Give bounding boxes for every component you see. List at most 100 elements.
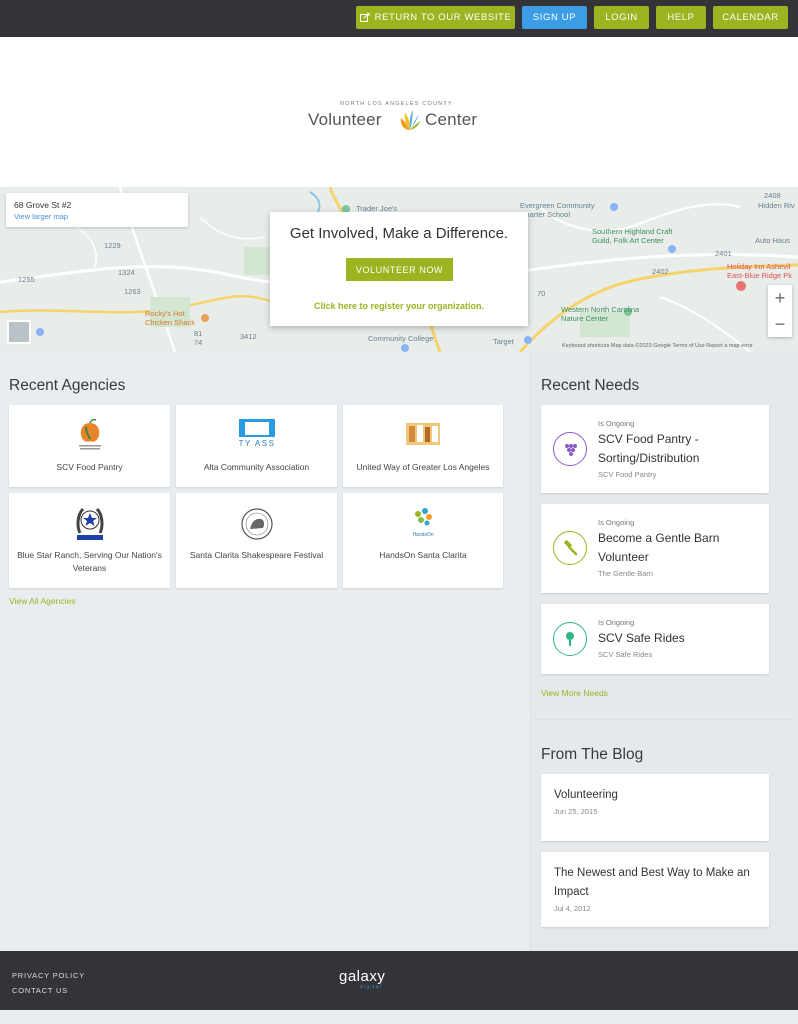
calendar-button[interactable]: CALENDAR: [713, 6, 788, 29]
blog-post-date: Jul 4, 2012: [554, 904, 591, 913]
need-card[interactable]: Is Ongoing Become a Gentle Barn Voluntee…: [541, 504, 769, 593]
need-status: Is Ongoing: [598, 419, 635, 428]
agency-card[interactable]: SCV Food Pantry: [9, 405, 170, 487]
agency-name: Santa Clarita Shakespeare Festival: [189, 550, 324, 560]
map-label-southern-highland: Southern Highland Craft Guild, Folk Art …: [592, 227, 673, 245]
view-larger-map-link[interactable]: View larger map: [14, 212, 68, 221]
return-to-website-label: RETURN TO OUR WEBSITE: [374, 12, 512, 23]
register-organization-link[interactable]: Click here to register your organization…: [270, 301, 528, 311]
map-label-hidden: Hidden Riv: [758, 201, 795, 210]
galaxy-digital-subtext: digital: [360, 984, 383, 989]
galaxy-digital-logo[interactable]: galaxy: [339, 968, 385, 985]
map-road-70: 70: [537, 289, 546, 298]
handson-santa-clarita-logo: HandsOn: [412, 507, 434, 538]
agency-card[interactable]: Santa Clarita Shakespeare Festival: [176, 493, 337, 588]
need-title[interactable]: SCV Safe Rides: [598, 629, 758, 648]
map-label-rockys: Rocky's Hot Chicken Shack: [145, 309, 196, 327]
map-road-74: 74: [194, 338, 203, 347]
calendar-label: CALENDAR: [722, 12, 779, 23]
map-attribution[interactable]: Keyboard shortcuts Map data ©2023 Google…: [562, 343, 753, 349]
map-road-81: 81: [194, 329, 203, 338]
need-icon-circle: [553, 531, 587, 565]
contact-us-link[interactable]: CONTACT US: [12, 986, 68, 995]
united-way-logo: [406, 423, 440, 445]
agency-name: HandsOn Santa Clarita: [379, 550, 467, 560]
zoom-out-button[interactable]: −: [768, 311, 792, 337]
help-button[interactable]: HELP: [656, 6, 706, 29]
agency-name: SCV Food Pantry: [56, 462, 123, 472]
blue-star-ranch-logo: [76, 507, 103, 540]
agency-card[interactable]: United Way of Greater Los Angeles: [343, 405, 503, 487]
agency-name: United Way of Greater Los Angeles: [356, 462, 490, 472]
view-all-agencies-link[interactable]: View All Agencies: [9, 596, 75, 606]
blog-post-card[interactable]: Volunteering Jun 25, 2015: [541, 774, 769, 841]
map-road-1263: 1263: [124, 287, 141, 296]
map-label-community-college: Community College: [368, 334, 434, 343]
map-road-2408: 2408: [764, 191, 781, 200]
agency-name: Alta Community Association: [203, 462, 310, 472]
map-label-western-nc-nature-center: Western North Carolina Nature Center: [561, 305, 640, 323]
map-label-auto-haus: Auto Haus: [755, 236, 791, 245]
login-button[interactable]: LOGIN: [594, 6, 649, 29]
privacy-policy-link[interactable]: PRIVACY POLICY: [12, 971, 85, 980]
sign-up-button[interactable]: SIGN UP: [522, 6, 587, 29]
call-to-action-card: Get Involved, Make a Difference. VOLUNTE…: [270, 212, 528, 326]
svg-text:HandsOn: HandsOn: [412, 532, 433, 538]
blog-post-date: Jun 25, 2015: [554, 807, 598, 816]
sidebar-divider: [535, 719, 793, 720]
recent-agencies-heading: Recent Agencies: [9, 377, 126, 394]
site-header: NORTH LOS ANGELES COUNTY Volunteer Cente…: [0, 37, 798, 187]
microphone-icon: [566, 632, 574, 646]
agency-card[interactable]: Blue Star Ranch, Serving Our Nation's Ve…: [9, 493, 170, 588]
street-view-thumbnail[interactable]: [7, 320, 31, 344]
map-address-box: 68 Grove St #2 View larger map: [6, 193, 188, 227]
need-icon-circle: [553, 432, 587, 466]
map-road-1229: 1229: [104, 241, 121, 250]
need-title[interactable]: Become a Gentle Barn Volunteer: [598, 529, 758, 567]
external-link-icon: [359, 13, 370, 22]
cta-title: Get Involved, Make a Difference.: [289, 225, 509, 242]
agency-card[interactable]: TY ASS Alta Community Association: [176, 405, 337, 487]
top-navigation-bar: RETURN TO OUR WEBSITE SIGN UP LOGIN HELP…: [0, 0, 798, 37]
map-road-2402: 2402: [652, 267, 669, 276]
grapes-icon: [565, 444, 577, 456]
map-label-target: Target: [493, 337, 514, 346]
hammer-icon: [563, 540, 578, 556]
sign-up-label: SIGN UP: [532, 12, 577, 23]
blog-post-title[interactable]: The Newest and Best Way to Make an Impac…: [554, 864, 759, 902]
need-organization: The Gentle Barn: [598, 569, 654, 578]
blog-post-title[interactable]: Volunteering: [554, 786, 759, 805]
volunteer-now-button[interactable]: VOLUNTEER NOW: [346, 258, 453, 281]
map-road-3412: 3412: [240, 332, 257, 341]
map-label-holiday-inn: Holiday Inn Ashevil East-Blue Ridge Pk: [727, 262, 793, 280]
svg-text:TY ASS: TY ASS: [239, 439, 275, 447]
logo-center-text: Center: [425, 110, 478, 129]
page-bottom-strip: [0, 1010, 798, 1024]
volunteer-center-logo[interactable]: NORTH LOS ANGELES COUNTY Volunteer Cente…: [308, 101, 488, 141]
need-organization: SCV Safe Rides: [598, 650, 653, 659]
return-to-website-button[interactable]: RETURN TO OUR WEBSITE: [356, 6, 515, 29]
view-more-needs-link[interactable]: View More Needs: [541, 688, 608, 698]
map-zoom-control: + −: [768, 285, 792, 337]
recent-needs-heading: Recent Needs: [541, 377, 640, 394]
map-road-1324: 1324: [118, 268, 135, 277]
logo-region-text: NORTH LOS ANGELES COUNTY: [340, 101, 453, 107]
scv-food-pantry-logo: [78, 419, 101, 450]
help-label: HELP: [667, 12, 695, 23]
agency-card[interactable]: HandsOn HandsOn Santa Clarita: [343, 493, 503, 588]
need-status: Is Ongoing: [598, 618, 635, 627]
map-road-1255: 1255: [18, 275, 35, 284]
zoom-in-button[interactable]: +: [768, 285, 792, 311]
map-label-evergreen: Evergreen Community Charter School: [520, 201, 595, 219]
blog-post-card[interactable]: The Newest and Best Way to Make an Impac…: [541, 852, 769, 927]
map-road-2401: 2401: [715, 249, 732, 258]
need-card[interactable]: Is Ongoing SCV Safe Rides SCV Safe Rides: [541, 604, 769, 674]
need-title[interactable]: SCV Food Pantry - Sorting/Distribution: [598, 430, 758, 468]
from-the-blog-heading: From The Blog: [541, 746, 644, 763]
site-footer: PRIVACY POLICY CONTACT US galaxy digital: [0, 951, 798, 1010]
need-organization: SCV Food Pantry: [598, 470, 657, 479]
shakespeare-festival-logo: [240, 508, 273, 540]
need-card[interactable]: Is Ongoing SCV Food Pantry - Sorting/Dis…: [541, 405, 769, 493]
map-address: 68 Grove St #2: [14, 200, 72, 210]
agency-name: Blue Star Ranch, Serving Our Nation's Ve…: [17, 550, 162, 573]
